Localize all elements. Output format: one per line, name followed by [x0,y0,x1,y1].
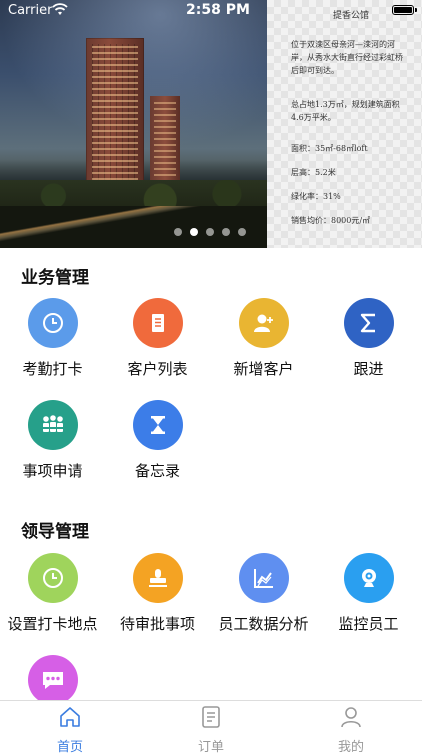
grid-item-label: 备忘录 [134,462,180,480]
info-green-rate: 绿化率：31% [291,192,341,201]
profile-icon [341,707,361,728]
carousel-dot-active[interactable] [190,228,198,236]
grid-item-label: 待审批事项 [119,615,195,633]
grid-item-customer-list[interactable]: 客户列表 [105,298,210,379]
grid-item-label: 员工数据分析 [218,615,309,633]
status-bar: Carrier 2:58 PM [0,0,422,22]
building-photo [0,0,267,248]
info-price: 销售均价：8000元/㎡ [291,216,371,225]
tab-label: 首页 [56,740,83,755]
grid-item-label: 跟进 [353,360,384,378]
tab-home[interactable]: 首页 [30,705,110,755]
meeting-icon [27,400,78,450]
section-title-leader: 领导管理 [21,522,89,542]
tab-profile[interactable]: 我的 [311,705,391,755]
info-floor-height: 层高：5.2米 [291,168,336,177]
grid-item-label: 客户列表 [127,360,188,378]
grid-item-label: 设置打卡地点 [7,615,98,633]
grid-item-pending-approval[interactable]: 待审批事项 [105,553,210,634]
carousel-indicator[interactable] [174,228,246,236]
grid-item-label: 考勤打卡 [22,360,83,378]
chat-icon [27,655,78,705]
grid-item-label: 事项申请 [22,462,83,480]
tab-label: 我的 [337,740,364,755]
clock-icon [27,298,78,348]
grid-item-request[interactable]: 事项申请 [0,400,105,481]
hourglass-icon [132,400,183,450]
carousel-dot[interactable] [238,228,246,236]
grid-item-follow-up[interactable]: 跟进 [316,298,421,379]
section-title-business: 业务管理 [21,268,89,288]
add-user-icon [238,298,289,348]
grid-item-monitor-staff[interactable]: 监控员工 [316,553,421,634]
wifi-icon [52,3,68,15]
stamp-icon [132,553,183,603]
carousel-dot[interactable] [174,228,182,236]
tab-orders[interactable]: 订单 [171,705,251,755]
grid-item-memo[interactable]: 备忘录 [105,400,210,481]
carrier-label: Carrier [8,3,53,18]
home-icon [60,707,80,727]
grid-item-add-customer[interactable]: 新增客户 [211,298,316,379]
info-unit-size: 面积：35㎡-68㎡loft [291,144,368,153]
promo-banner[interactable]: 提香公馆 位于双滦区母亲河—滦河的河岸，从秀水大街直行经过彩虹桥后即可到达。 总… [0,0,422,248]
camera-icon [343,553,394,603]
order-icon [202,706,220,728]
grid-item-label: 监控员工 [338,615,399,633]
grid-item-set-checkin-location[interactable]: 设置打卡地点 [0,553,105,634]
carousel-dot[interactable] [206,228,214,236]
info-location: 位于双滦区母亲河—滦河的河岸，从秀水大街直行经过彩虹桥后即可到达。 [291,40,403,75]
grid-item-attendance[interactable]: 考勤打卡 [0,298,105,379]
status-time: 2:58 PM [186,2,250,18]
grid-item-label: 新增客户 [233,360,294,378]
battery-icon [392,5,417,15]
document-icon [132,298,183,348]
carousel-dot[interactable] [222,228,230,236]
clock-icon [27,553,78,603]
property-info-panel: 提香公馆 位于双滦区母亲河—滦河的河岸，从秀水大街直行经过彩虹桥后即可到达。 总… [267,0,422,248]
info-area: 总占地1.3万㎡，规划建筑面积4.6万平米。 [291,100,400,122]
tab-label: 订单 [197,740,224,755]
grid-item-staff-analytics[interactable]: 员工数据分析 [211,553,316,634]
sigma-icon [343,298,394,348]
tab-bar: 首页 订单 我的 [0,700,422,755]
chart-icon [238,553,289,603]
